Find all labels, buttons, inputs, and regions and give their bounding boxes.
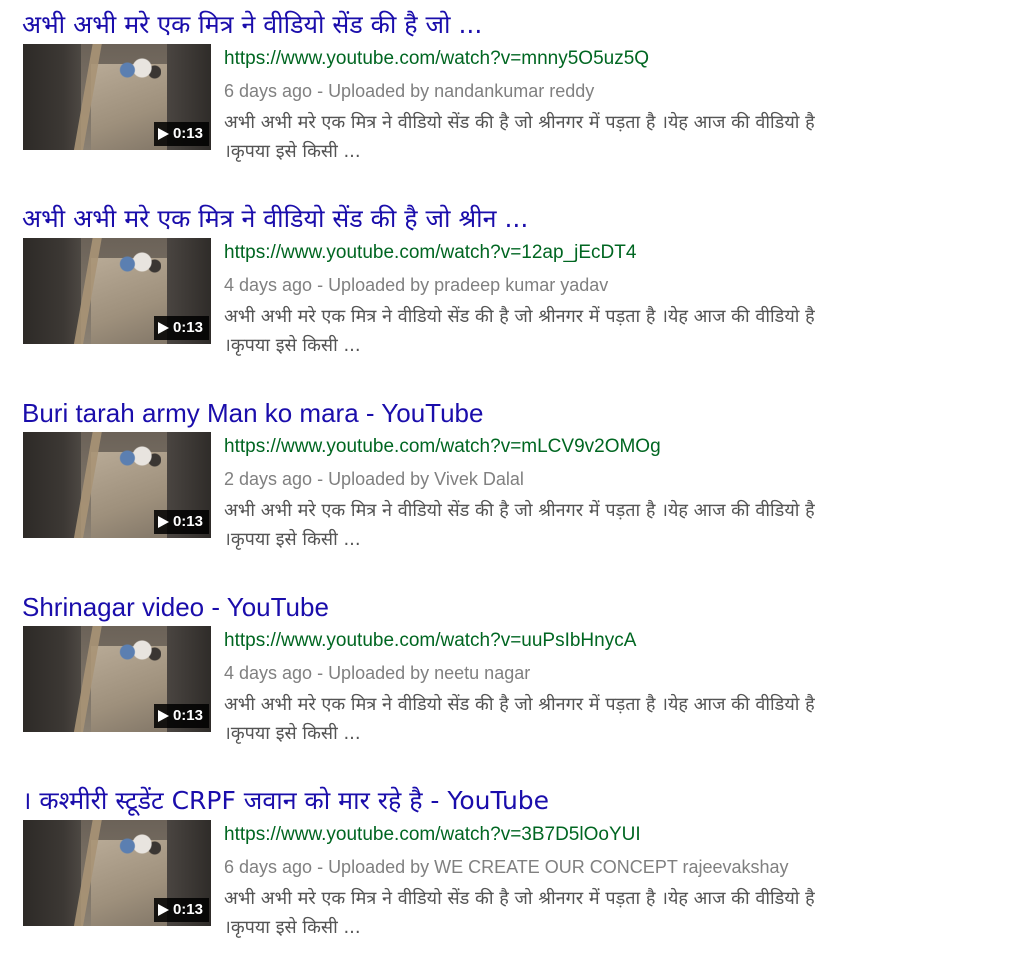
duration-badge: 0:13 [153, 316, 209, 340]
thumbnail-frame-people [119, 248, 161, 288]
thumbnail-frame-shadow [23, 626, 81, 732]
duration-text: 0:13 [172, 901, 203, 918]
snippet-line: अभी अभी मरे एक मित्र ने वीडियो सेंड की ह… [224, 500, 815, 521]
duration-text: 0:13 [172, 513, 203, 530]
video-result: अभी अभी मरे एक मित्र ने वीडियो सेंड की ह… [22, 8, 1012, 168]
thumbnail-frame-shadow [23, 44, 81, 150]
snippet-line: अभी अभी मरे एक मित्र ने वीडियो सेंड की ह… [224, 888, 815, 909]
result-url[interactable]: https://www.youtube.com/watch?v=3B7D5lOo… [224, 824, 641, 846]
video-thumbnail[interactable]: 0:13 [23, 626, 211, 732]
video-thumbnail[interactable]: 0:13 [23, 432, 211, 538]
play-icon [157, 710, 169, 722]
duration-badge: 0:13 [153, 898, 209, 922]
thumbnail-frame-people [119, 442, 161, 482]
result-title-link[interactable]: । कश्मीरी स्टूडेंट CRPF जवान को मार रहे … [22, 784, 549, 818]
result-title-link[interactable]: अभी अभी मरे एक मित्र ने वीडियो सेंड की ह… [22, 202, 528, 236]
video-result: अभी अभी मरे एक मित्र ने वीडियो सेंड की ह… [22, 202, 1012, 362]
result-title-link[interactable]: अभी अभी मरे एक मित्र ने वीडियो सेंड की ह… [22, 8, 482, 42]
play-icon [157, 128, 169, 140]
snippet-line: अभी अभी मरे एक मित्र ने वीडियो सेंड की ह… [224, 306, 815, 327]
result-url[interactable]: https://www.youtube.com/watch?v=mnny5O5u… [224, 48, 649, 70]
snippet-line: ।कृपया इसे किसी ... [224, 529, 361, 550]
thumbnail-frame-people [119, 54, 161, 94]
result-title-link[interactable]: Buri tarah army Man ko mara - YouTube [22, 396, 483, 430]
snippet-line: ।कृपया इसे किसी ... [224, 917, 361, 938]
result-snippet: अभी अभी मरे एक मित्र ने वीडियो सेंड की ह… [224, 690, 994, 748]
duration-badge: 0:13 [153, 122, 209, 146]
play-icon [157, 322, 169, 334]
video-result: Buri tarah army Man ko mara - YouTube 0:… [22, 396, 1012, 556]
snippet-line: अभी अभी मरे एक मित्र ने वीडियो सेंड की ह… [224, 694, 815, 715]
result-meta: 6 days ago - Uploaded by WE CREATE OUR C… [224, 857, 789, 877]
thumbnail-frame-shadow [23, 238, 81, 344]
play-icon [157, 904, 169, 916]
result-meta: 2 days ago - Uploaded by Vivek Dalal [224, 469, 524, 489]
duration-badge: 0:13 [153, 704, 209, 728]
result-url[interactable]: https://www.youtube.com/watch?v=mLCV9v2O… [224, 436, 661, 458]
duration-text: 0:13 [172, 319, 203, 336]
result-url[interactable]: https://www.youtube.com/watch?v=uuPsIbHn… [224, 630, 636, 652]
result-meta: 4 days ago - Uploaded by neetu nagar [224, 663, 531, 683]
video-result: Shrinagar video - YouTube 0:13 https://w… [22, 590, 1012, 750]
play-icon [157, 516, 169, 528]
snippet-line: ।कृपया इसे किसी ... [224, 723, 361, 744]
snippet-line: अभी अभी मरे एक मित्र ने वीडियो सेंड की ह… [224, 112, 815, 133]
thumbnail-frame-people [119, 830, 161, 870]
result-snippet: अभी अभी मरे एक मित्र ने वीडियो सेंड की ह… [224, 496, 994, 554]
video-result: । कश्मीरी स्टूडेंट CRPF जवान को मार रहे … [22, 784, 1012, 944]
duration-text: 0:13 [172, 707, 203, 724]
result-meta: 4 days ago - Uploaded by pradeep kumar y… [224, 275, 609, 295]
duration-text: 0:13 [172, 125, 203, 142]
snippet-line: ।कृपया इसे किसी ... [224, 141, 361, 162]
result-url[interactable]: https://www.youtube.com/watch?v=12ap_jEc… [224, 242, 636, 264]
result-snippet: अभी अभी मरे एक मित्र ने वीडियो सेंड की ह… [224, 884, 994, 942]
video-thumbnail[interactable]: 0:13 [23, 238, 211, 344]
result-snippet: अभी अभी मरे एक मित्र ने वीडियो सेंड की ह… [224, 108, 994, 166]
thumbnail-frame-shadow [23, 820, 81, 926]
video-thumbnail[interactable]: 0:13 [23, 44, 211, 150]
thumbnail-frame-people [119, 636, 161, 676]
result-title-link[interactable]: Shrinagar video - YouTube [22, 590, 329, 624]
thumbnail-frame-shadow [23, 432, 81, 538]
duration-badge: 0:13 [153, 510, 209, 534]
video-thumbnail[interactable]: 0:13 [23, 820, 211, 926]
snippet-line: ।कृपया इसे किसी ... [224, 335, 361, 356]
result-meta: 6 days ago - Uploaded by nandankumar red… [224, 81, 595, 101]
result-snippet: अभी अभी मरे एक मित्र ने वीडियो सेंड की ह… [224, 302, 994, 360]
